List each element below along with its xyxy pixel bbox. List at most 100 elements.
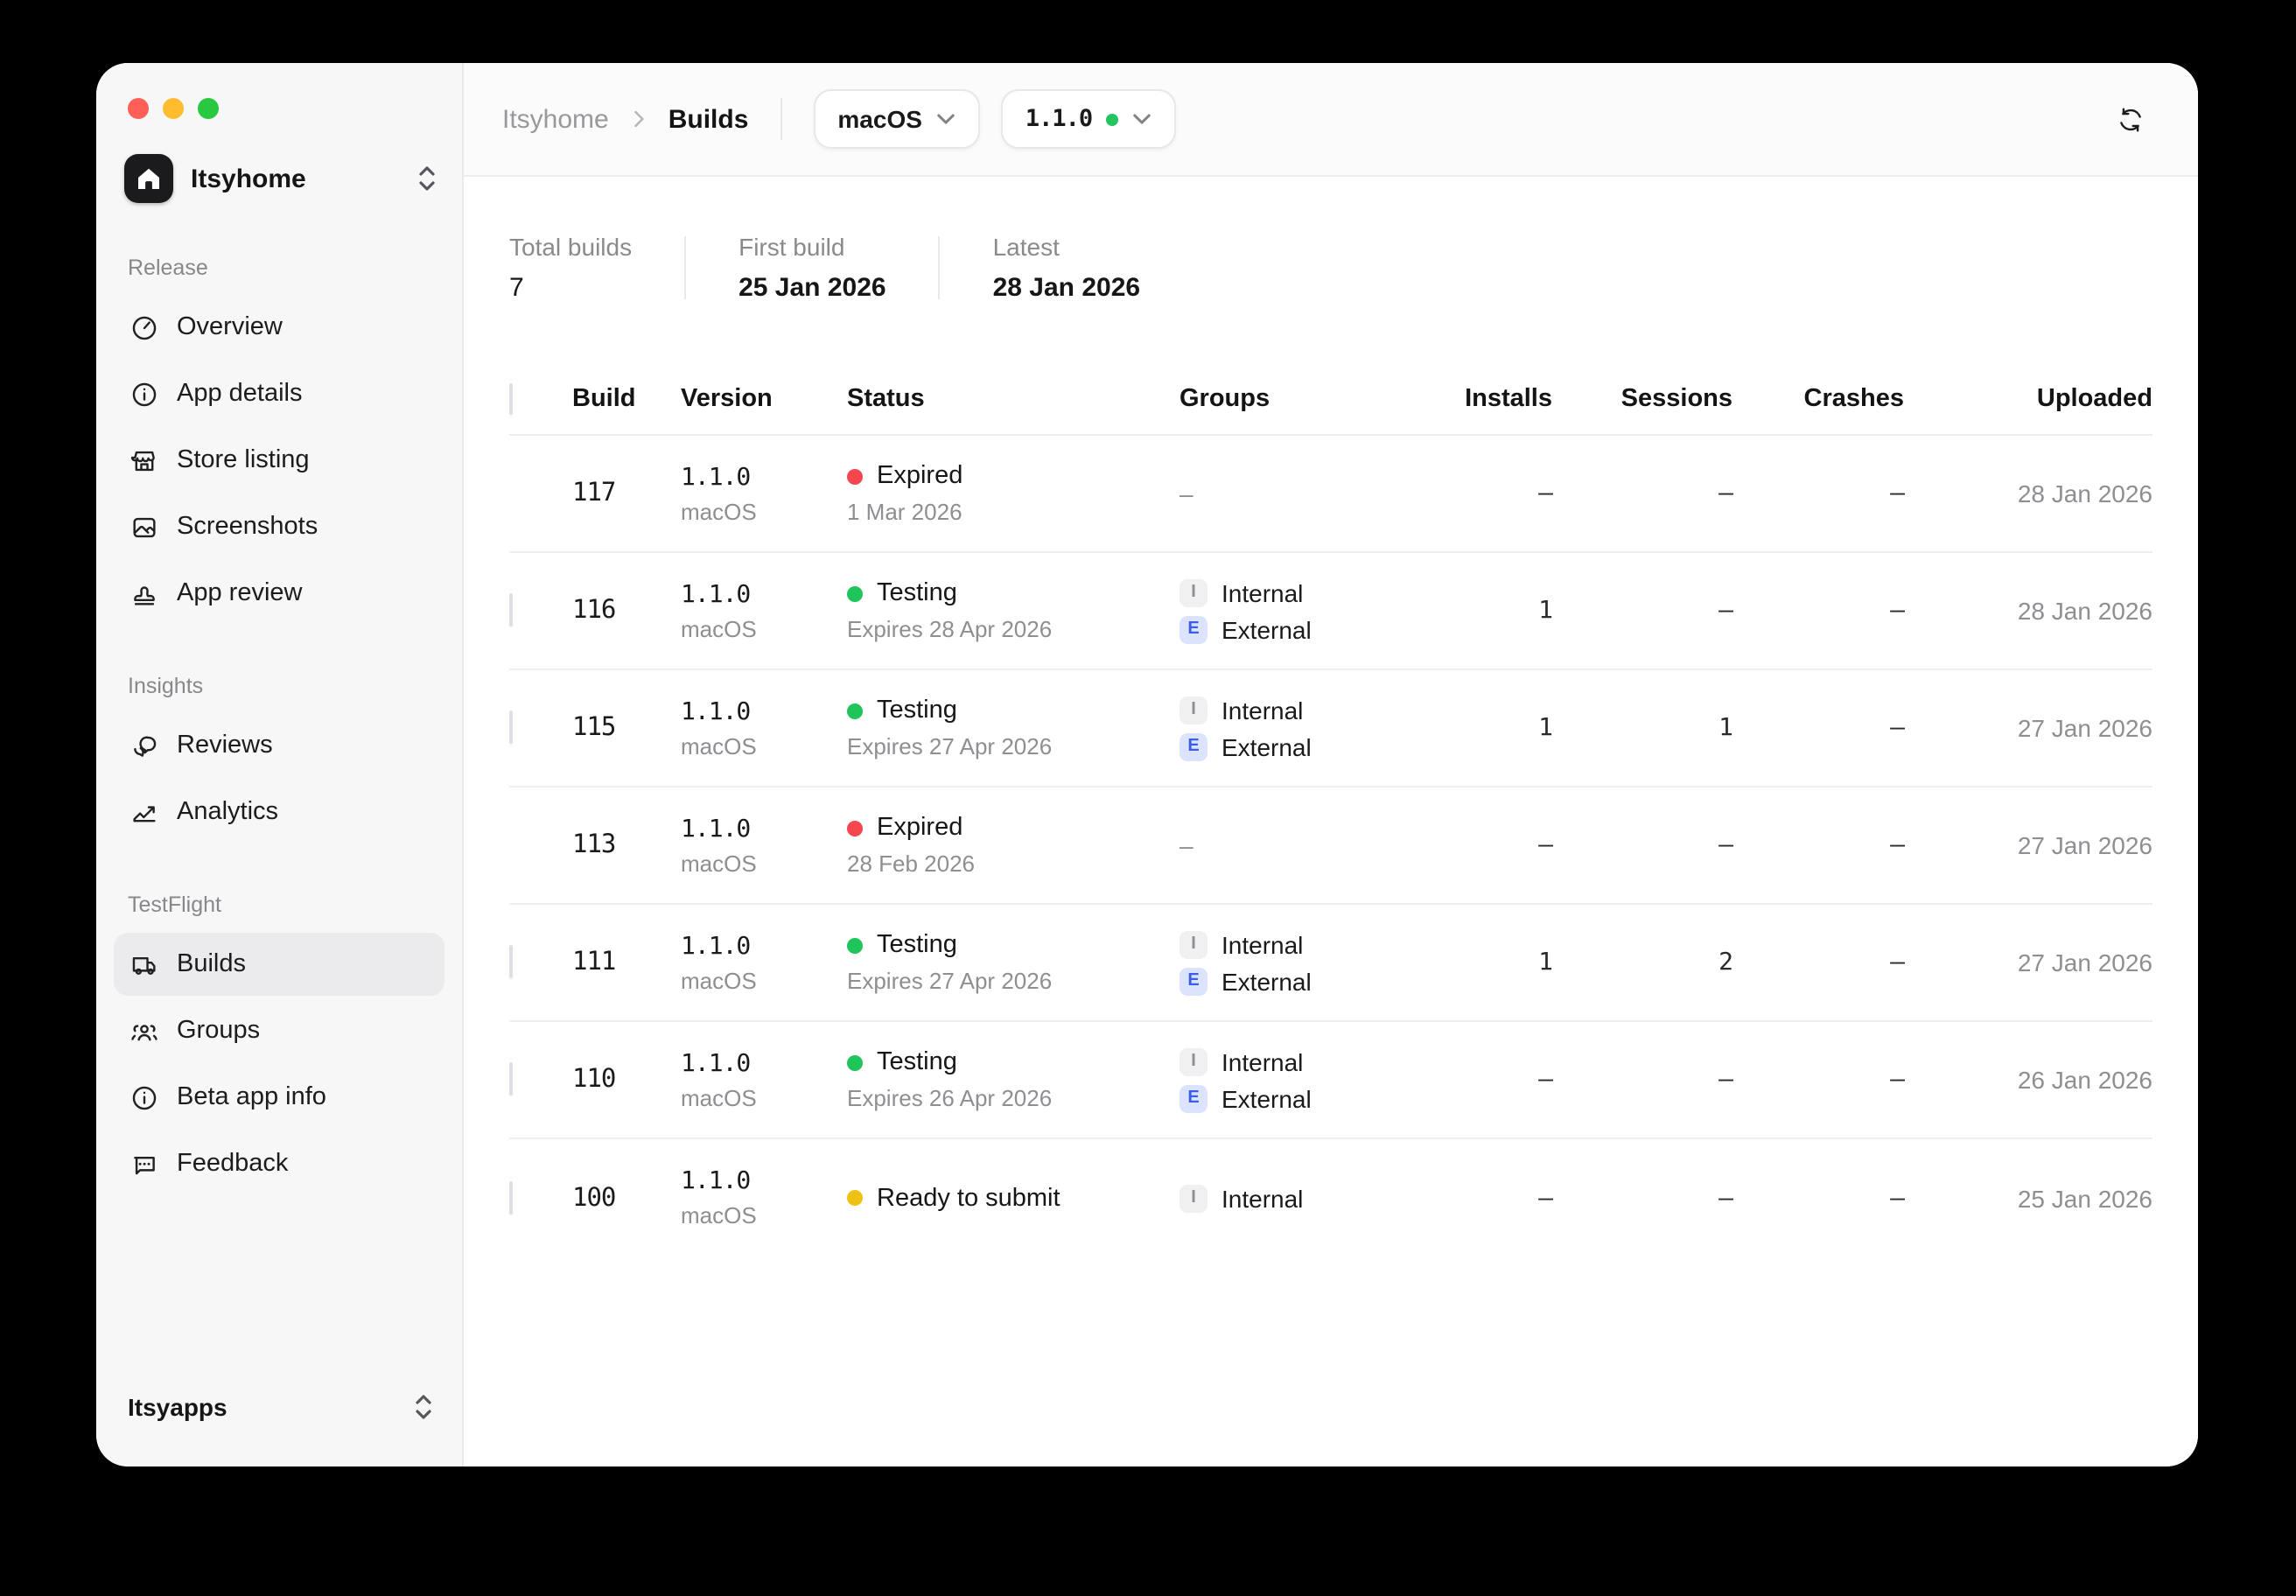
internal-group-badge: I xyxy=(1180,696,1208,724)
status-cell: TestingExpires 27 Apr 2026 xyxy=(847,693,1180,763)
select-all-checkbox[interactable] xyxy=(509,382,513,414)
app-switcher[interactable]: Itsyhome xyxy=(124,154,438,203)
sidebar-item-label: App review xyxy=(177,579,302,607)
sidebar-item-groups[interactable]: Groups xyxy=(114,999,444,1062)
status-label: Expired xyxy=(877,458,962,494)
truck-icon xyxy=(130,949,159,979)
line-chart-icon xyxy=(130,797,159,827)
row-select-cell xyxy=(509,1182,572,1214)
internal-group-badge: I xyxy=(1180,1047,1208,1075)
group-label: Internal xyxy=(1222,930,1303,958)
column-header-crashes[interactable]: Crashes xyxy=(1732,384,1904,412)
build-number-cell: 117 xyxy=(572,480,681,508)
table-row-build-116[interactable]: 1161.1.0macOSTestingExpires 28 Apr 2026I… xyxy=(509,553,2152,670)
groups-empty-dash: – xyxy=(1180,831,1451,859)
org-name: Itsyapps xyxy=(128,1393,413,1421)
row-checkbox[interactable] xyxy=(509,945,513,978)
sidebar-item-label: Overview xyxy=(177,313,283,341)
uploaded-cell: 25 Jan 2026 xyxy=(1904,1184,2152,1212)
platform-filter-dropdown[interactable]: macOS xyxy=(813,89,980,149)
storefront-icon xyxy=(130,445,159,475)
sidebar-item-reviews[interactable]: Reviews xyxy=(114,714,444,777)
sidebar-item-beta-app-info[interactable]: Beta app info xyxy=(114,1066,444,1129)
sidebar-item-screenshots[interactable]: Screenshots xyxy=(114,495,444,558)
groups-cell: IInternal xyxy=(1180,1184,1451,1212)
crashes-cell: – xyxy=(1732,948,1904,976)
uploaded-cell: 28 Jan 2026 xyxy=(1904,480,2152,508)
sessions-cell: – xyxy=(1552,1066,1732,1094)
stat-value: 28 Jan 2026 xyxy=(993,273,1141,303)
stat-latest-build: Latest 28 Jan 2026 xyxy=(993,233,1141,303)
row-checkbox[interactable] xyxy=(509,1062,513,1096)
row-checkbox[interactable] xyxy=(509,710,513,744)
refresh-button[interactable] xyxy=(2100,89,2160,149)
version-platform: macOS xyxy=(681,963,847,997)
installs-cell: 1 xyxy=(1451,714,1552,742)
group-label: External xyxy=(1222,1084,1312,1112)
sidebar-item-store-listing[interactable]: Store listing xyxy=(114,429,444,492)
row-checkbox[interactable] xyxy=(509,593,513,626)
status-text: Expired xyxy=(847,810,1180,845)
column-header-status[interactable]: Status xyxy=(847,384,1180,412)
sidebar-item-app-details[interactable]: App details xyxy=(114,362,444,425)
table-row-build-110[interactable]: 1101.1.0macOSTestingExpires 26 Apr 2026I… xyxy=(509,1022,2152,1139)
status-cell: TestingExpires 27 Apr 2026 xyxy=(847,928,1180,998)
table-row-build-117[interactable]: 1171.1.0macOSExpired1 Mar 2026––––28 Jan… xyxy=(509,436,2152,553)
crashes-cell: – xyxy=(1732,597,1904,625)
table-row-build-113[interactable]: 1131.1.0macOSExpired28 Feb 2026––––27 Ja… xyxy=(509,788,2152,905)
zoom-window-button[interactable] xyxy=(198,98,219,119)
crashes-cell: – xyxy=(1732,831,1904,859)
people-icon xyxy=(130,1016,159,1046)
refresh-icon xyxy=(2115,104,2145,134)
row-select-cell xyxy=(509,712,572,744)
group-label: External xyxy=(1222,732,1312,760)
row-checkbox[interactable] xyxy=(509,1180,513,1214)
version-cell: 1.1.0macOS xyxy=(681,694,847,762)
groups-cell: IInternalEExternal xyxy=(1180,1047,1451,1112)
status-dot-green xyxy=(847,585,863,601)
status-dot-red xyxy=(847,820,863,836)
status-cell: TestingExpires 28 Apr 2026 xyxy=(847,576,1180,646)
sidebar-section-testflight: TestFlight xyxy=(128,892,430,917)
sidebar-item-label: App details xyxy=(177,380,303,408)
sidebar-item-feedback[interactable]: Feedback xyxy=(114,1132,444,1195)
platform-filter-value: macOS xyxy=(837,105,922,133)
org-switcher[interactable]: Itsyapps xyxy=(96,1368,462,1432)
build-number-cell: 100 xyxy=(572,1184,681,1212)
column-header-build[interactable]: Build xyxy=(572,384,681,412)
screenshots-icon xyxy=(130,512,159,542)
sidebar-item-builds[interactable]: Builds xyxy=(114,933,444,996)
version-platform: macOS xyxy=(681,846,847,879)
status-detail: 1 Mar 2026 xyxy=(847,495,1180,528)
sessions-cell: – xyxy=(1552,831,1732,859)
column-header-uploaded[interactable]: Uploaded xyxy=(1904,384,2152,412)
table-row-build-100[interactable]: 1001.1.0macOSReady to submitIInternal–––… xyxy=(509,1139,2152,1256)
status-detail: 28 Feb 2026 xyxy=(847,847,1180,880)
minimize-window-button[interactable] xyxy=(163,98,184,119)
group-internal: IInternal xyxy=(1180,930,1451,958)
chevron-down-icon xyxy=(936,112,956,126)
column-header-sessions[interactable]: Sessions xyxy=(1552,384,1732,412)
info-circle-icon xyxy=(130,1082,159,1112)
table-row-build-111[interactable]: 1111.1.0macOSTestingExpires 27 Apr 2026I… xyxy=(509,905,2152,1022)
desktop-background: Itsyhome Release Overview App details xyxy=(0,0,2296,1596)
group-label: Internal xyxy=(1222,578,1303,606)
column-header-installs[interactable]: Installs xyxy=(1451,384,1552,412)
breadcrumb-current-page: Builds xyxy=(668,104,749,134)
stat-label: Latest xyxy=(993,233,1141,261)
breadcrumb-app[interactable]: Itsyhome xyxy=(502,104,609,134)
table-row-build-115[interactable]: 1151.1.0macOSTestingExpires 27 Apr 2026I… xyxy=(509,670,2152,788)
app-window: Itsyhome Release Overview App details xyxy=(96,63,2198,1466)
sidebar-item-overview[interactable]: Overview xyxy=(114,296,444,359)
sidebar-item-app-review[interactable]: App review xyxy=(114,562,444,625)
sidebar-item-analytics[interactable]: Analytics xyxy=(114,780,444,844)
column-header-version[interactable]: Version xyxy=(681,384,847,412)
installs-cell: 1 xyxy=(1451,597,1552,625)
version-filter-dropdown[interactable]: 1.1.0 xyxy=(1001,89,1176,149)
column-header-groups[interactable]: Groups xyxy=(1180,384,1451,412)
sidebar-item-label: Analytics xyxy=(177,798,278,826)
build-number-cell: 110 xyxy=(572,1066,681,1094)
window-controls xyxy=(96,63,462,119)
close-window-button[interactable] xyxy=(128,98,149,119)
status-text: Testing xyxy=(847,693,1180,728)
